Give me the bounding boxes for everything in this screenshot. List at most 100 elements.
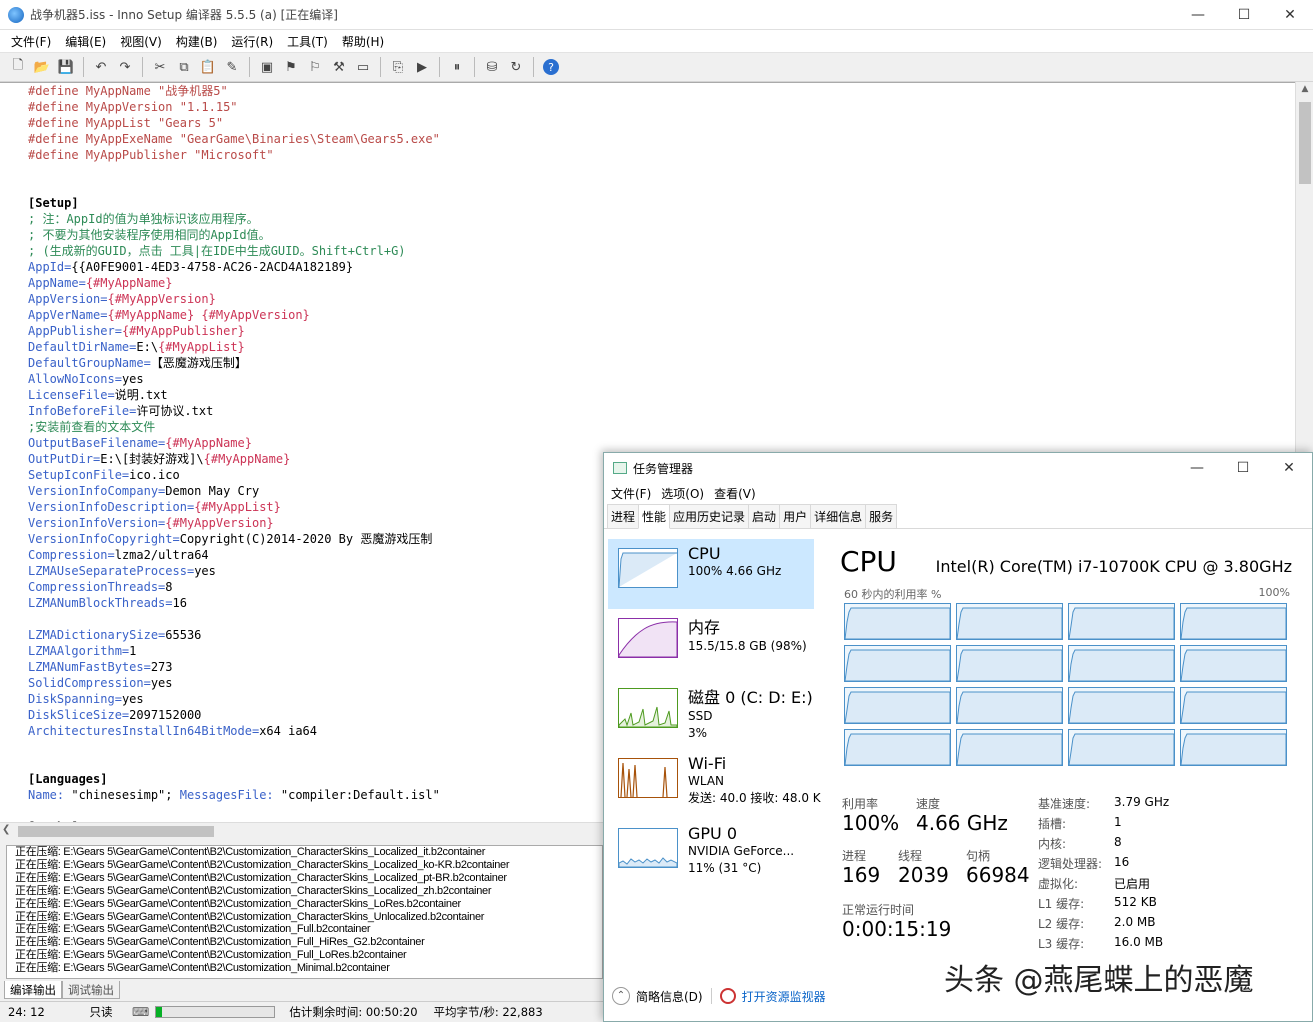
code-token: #define MyAppList "Gears 5" (28, 116, 224, 130)
menu-file[interactable]: 文件(F) (4, 33, 58, 50)
code-token: #define MyAppVersion "1.1.15" (28, 100, 238, 114)
code-token: Compression (28, 548, 108, 562)
target-icon[interactable]: ↻ (505, 56, 527, 78)
cpu-sparkline (618, 548, 678, 588)
new-icon[interactable]: 🗋 (7, 56, 29, 78)
replace-icon[interactable]: ▣ (256, 56, 278, 78)
title-bar: 战争机器5.iss - Inno Setup 编译器 5.5.5 (a) [正在… (0, 0, 1313, 30)
tm-maximize-button[interactable]: ☐ (1220, 453, 1266, 483)
resource-wifi[interactable]: Wi-Fi WLAN 发送: 40.0 接收: 48.0 K (608, 749, 821, 819)
open-icon[interactable]: 📂 (31, 56, 53, 78)
find-icon[interactable]: ✎ (221, 56, 243, 78)
tab-performance[interactable]: 性能 (638, 504, 671, 529)
hscroll-thumb[interactable] (18, 826, 214, 837)
tm-menu-view[interactable]: 查看(V) (709, 485, 761, 502)
menu-tools[interactable]: 工具(T) (280, 33, 335, 50)
copy-icon[interactable]: ⧉ (173, 56, 195, 78)
menu-edit[interactable]: 编辑(E) (58, 33, 113, 50)
paste-icon[interactable]: 📋 (197, 56, 219, 78)
code-line: LicenseFile=说明.txt (28, 388, 168, 402)
scroll-left-icon[interactable]: ❮ (2, 824, 10, 835)
code-token: {#MyAppPublisher} (121, 324, 245, 338)
code-token: 8 (165, 580, 173, 594)
code-line: VersionInfoCopyright=Copyright(C)2014-20… (28, 532, 433, 546)
compile-icon[interactable]: ⚑ (280, 56, 302, 78)
undo-icon[interactable]: ↶ (90, 56, 112, 78)
tab-services[interactable]: 服务 (865, 504, 898, 528)
output-line: 正在压缩: E:\Gears 5\GearGame\Content\B2\Cus… (15, 858, 510, 871)
cut-icon[interactable]: ✂ (149, 56, 171, 78)
toolbar-separator (83, 57, 84, 77)
code-line: DefaultDirName=E:\{#MyAppList} (28, 340, 245, 354)
go-icon[interactable]: ▭ (352, 56, 374, 78)
processes-value: 169 (842, 863, 881, 887)
pause-icon[interactable]: ⏸ (446, 56, 468, 78)
chevron-up-icon[interactable]: ⌃ (612, 987, 630, 1005)
code-line: Name: "chinesesimp"; MessagesFile: "comp… (28, 787, 440, 803)
menu-view[interactable]: 视图(V) (113, 33, 169, 50)
editor-horizontal-scrollbar[interactable]: ❮ (0, 822, 603, 839)
code-token: SolidCompression (28, 676, 144, 690)
resource-disk-usage: 3% (688, 726, 708, 740)
tab-startup[interactable]: 启动 (748, 504, 781, 528)
code-token: AppId (28, 260, 65, 274)
code-line: LZMANumFastBytes=273 (28, 660, 173, 674)
resource-memory-sub: 15.5/15.8 GB (98%) (688, 639, 807, 653)
tm-minimize-button[interactable]: — (1174, 453, 1220, 483)
tab-debug-output[interactable]: 调试输出 (62, 981, 120, 999)
watermark: 头条 @燕尾蝶上的恶魔 (944, 963, 1254, 998)
open-resource-monitor-link[interactable]: 打开资源监视器 (742, 988, 826, 1005)
resource-disk[interactable]: 磁盘 0 (C: D: E:) SSD 3% (608, 679, 814, 749)
resource-cpu[interactable]: CPU 100% 4.66 GHz (608, 539, 814, 609)
tab-processes[interactable]: 进程 (607, 504, 640, 528)
code-token: LZMANumBlockThreads (28, 596, 166, 610)
tm-close-button[interactable]: ✕ (1266, 453, 1312, 483)
tab-details[interactable]: 详细信息 (810, 504, 867, 528)
help-icon[interactable]: ? (543, 59, 559, 75)
code-token: {#MyAppName} {#MyAppVersion} (107, 308, 310, 322)
compile-wizard-icon[interactable]: ⚒ (328, 56, 350, 78)
run-icon[interactable]: ▶ (411, 56, 433, 78)
step-icon[interactable]: ⎘ (387, 56, 409, 78)
spec-label: L1 缓存: (1038, 897, 1085, 911)
scroll-thumb[interactable] (1299, 102, 1311, 184)
task-manager-window: 任务管理器 — ☐ ✕ 文件(F) 选项(O) 查看(V) 进程 性能 应用历史… (603, 452, 1313, 1022)
code-token: DefaultDirName (28, 340, 130, 354)
code-token: [Setup] (28, 196, 79, 210)
code-line: AppVerName={#MyAppName} {#MyAppVersion} (28, 308, 310, 322)
redo-icon[interactable]: ↷ (114, 56, 136, 78)
script-icon[interactable]: ⛁ (481, 56, 503, 78)
fewer-details-link[interactable]: 简略信息(D) (636, 988, 703, 1005)
code-token: yes (194, 564, 216, 578)
output-line: 正在压缩: E:\Gears 5\GearGame\Content\B2\Cus… (15, 949, 407, 962)
code-token: DiskSpanning (28, 692, 115, 706)
compiler-output-pane: 正在压缩: E:\Gears 5\GearGame\Content\B2\Cus… (6, 845, 603, 979)
tm-menu-options[interactable]: 选项(O) (656, 485, 709, 502)
resource-cpu-sub: 100% 4.66 GHz (688, 564, 782, 578)
menu-run[interactable]: 运行(R) (224, 33, 280, 50)
resource-gpu[interactable]: GPU 0 NVIDIA GeForce... 11% (31 °C) (608, 819, 814, 889)
save-icon[interactable]: 💾 (55, 56, 77, 78)
code-token: ico.ico (129, 468, 180, 482)
resource-memory[interactable]: 内存 15.5/15.8 GB (98%) (608, 609, 814, 679)
resource-wifi-adapter: WLAN (688, 774, 725, 788)
code-line: #define MyAppPublisher "Microsoft" (28, 147, 440, 163)
tab-app-history[interactable]: 应用历史记录 (669, 504, 750, 528)
maximize-button[interactable]: ☐ (1221, 0, 1267, 30)
tm-menu-file[interactable]: 文件(F) (606, 485, 656, 502)
minimize-button[interactable]: — (1175, 0, 1221, 30)
tab-users[interactable]: 用户 (779, 504, 812, 528)
toolbar-separator (474, 57, 475, 77)
menu-build[interactable]: 构建(B) (169, 33, 225, 50)
code-token: E:\[封装好游戏]\ (100, 452, 204, 466)
code-line: DiskSliceSize=2097152000 (28, 708, 202, 722)
scroll-up-icon[interactable]: ▲ (1296, 84, 1313, 100)
close-button[interactable]: ✕ (1267, 0, 1313, 30)
tab-compile-output[interactable]: 编译输出 (4, 981, 62, 999)
menu-help[interactable]: 帮助(H) (335, 33, 391, 50)
stop-compile-icon[interactable]: ⚐ (304, 56, 326, 78)
cursor-position: 24: 12 (8, 1005, 45, 1019)
